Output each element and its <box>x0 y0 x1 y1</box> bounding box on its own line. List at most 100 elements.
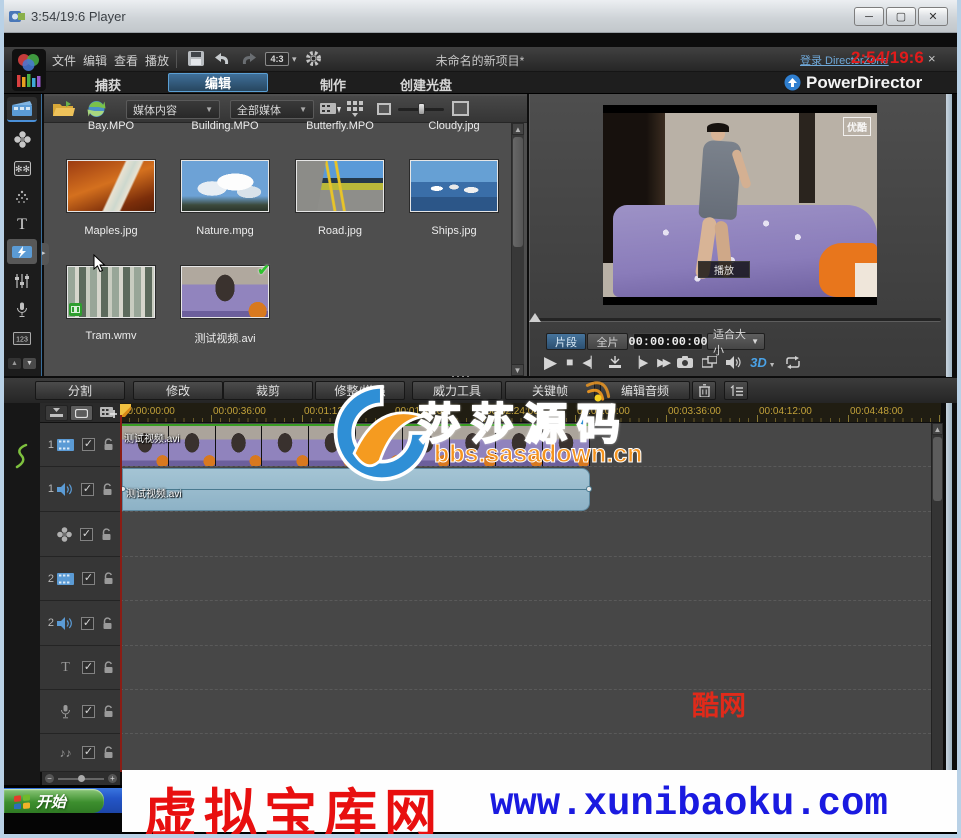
clip-mode-button[interactable]: 片段 <box>546 333 586 350</box>
track-content-audio2[interactable] <box>120 601 941 646</box>
track-lock-button[interactable] <box>103 572 114 585</box>
timeline-scrollbar[interactable]: ▲ <box>931 423 943 772</box>
library-item-label[interactable]: Bay.MPO <box>56 120 166 132</box>
keyframe-button[interactable]: 关键帧 <box>505 381 595 400</box>
scroll-up-arrow[interactable]: ▲ <box>932 423 943 435</box>
sort-view-icon[interactable] <box>347 101 366 118</box>
timeline-view-button[interactable] <box>45 405 68 421</box>
audio-volume-line[interactable] <box>123 489 589 490</box>
scrollbar-thumb[interactable] <box>513 137 523 247</box>
track-header-music[interactable]: ♪♪ ✓ <box>40 734 120 772</box>
fit-zoom-select[interactable]: 适合大小▼ <box>707 333 765 350</box>
track-lock-button[interactable] <box>103 438 114 451</box>
modify-button[interactable]: 修改 <box>133 381 223 400</box>
login-directorzone-link[interactable]: 登录 DirectorZone <box>800 52 889 68</box>
scrollbar-thumb[interactable] <box>933 437 942 501</box>
mark-trim-button[interactable] <box>608 356 622 369</box>
track-lock-button[interactable] <box>103 746 114 759</box>
thumbnail-size-slider-thumb[interactable] <box>418 103 425 115</box>
library-thumbnail-nature[interactable] <box>181 160 269 212</box>
track-lock-button[interactable] <box>102 617 113 630</box>
timeline-ruler[interactable]: 00:00:00:00 00:00:36:00 00:01:12:00 00:0… <box>120 403 941 423</box>
track-header-audio2[interactable]: 2 ✓ <box>40 601 120 646</box>
save-icon[interactable] <box>188 51 205 67</box>
storyboard-view-button[interactable] <box>70 405 93 421</box>
sidebar-item-media-room[interactable] <box>7 97 37 122</box>
library-thumbnail-maples[interactable] <box>67 160 155 212</box>
tab-edit[interactable]: 编辑 <box>168 73 268 92</box>
preview-video[interactable]: 优酷 播放 <box>603 105 877 305</box>
sidebar-scroll-down[interactable]: ▼ <box>23 358 36 369</box>
track-lock-button[interactable] <box>103 705 114 718</box>
timeline-zoom-in-button[interactable]: + <box>108 774 117 783</box>
track-lock-button[interactable] <box>101 528 112 541</box>
download-directorzone-icon[interactable] <box>86 99 107 119</box>
library-thumbnail-road[interactable] <box>296 160 384 212</box>
seek-thumb[interactable] <box>529 313 541 322</box>
minimize-button[interactable]: ─ <box>854 7 884 26</box>
track-enable-checkbox[interactable]: ✓ <box>82 661 95 674</box>
movie-mode-button[interactable]: 全片 <box>587 333 628 350</box>
track-header-title[interactable]: T ✓ <box>40 646 120 690</box>
library-media-filter[interactable]: 全部媒体▼ <box>230 100 314 119</box>
edit-audio-button[interactable]: 编辑音频 <box>600 381 690 400</box>
fast-forward-button[interactable]: ▶▶ <box>657 356 668 369</box>
import-media-icon[interactable] <box>320 101 342 118</box>
volume-keyframe-node[interactable] <box>586 486 592 492</box>
timeline-video-clip[interactable]: 测试视频.avi <box>122 424 590 466</box>
track-enable-checkbox[interactable]: ✓ <box>81 617 94 630</box>
tab-produce[interactable]: 制作 <box>320 75 346 94</box>
library-item-label[interactable]: Cloudy.jpg <box>399 120 509 132</box>
menu-view[interactable]: 查看 <box>114 52 138 69</box>
tab-capture[interactable]: 捕获 <box>95 75 121 94</box>
svrt-track-icon[interactable] <box>13 443 29 469</box>
aspect-dropdown-arrow[interactable]: ▾ <box>292 54 297 65</box>
track-content-voice[interactable] <box>120 690 941 734</box>
tab-create-disc[interactable]: 创建光盘 <box>400 75 452 94</box>
library-item-label[interactable]: Ships.jpg <box>399 225 509 237</box>
track-enable-checkbox[interactable]: ✓ <box>82 746 95 759</box>
track-header-video1[interactable]: 1 ✓ <box>40 423 120 467</box>
fix-enhance-button[interactable]: 修整/增强 <box>315 381 405 400</box>
sidebar-item-pip-objects-room[interactable]: ✻✻ <box>7 156 37 181</box>
timeline-zoom-slider-thumb[interactable] <box>78 775 85 782</box>
stop-button[interactable]: ■ <box>566 355 573 369</box>
sidebar-scroll-up[interactable]: ▲ <box>8 358 21 369</box>
sidebar-item-audio-mixing-room[interactable] <box>7 268 37 293</box>
undo-icon[interactable] <box>214 51 232 67</box>
library-item-label[interactable]: Building.MPO <box>170 120 280 132</box>
library-item-label[interactable]: Tram.wmv <box>56 330 166 342</box>
delete-clip-button[interactable] <box>692 381 716 400</box>
panel-collapse-handle[interactable]: ▸ <box>42 243 49 265</box>
sidebar-item-effect-room[interactable] <box>7 127 37 152</box>
sidebar-item-chapter-room[interactable]: 123 <box>7 326 37 351</box>
library-scrollbar[interactable]: ▲ <box>511 123 524 376</box>
sidebar-item-title-room[interactable]: T <box>7 212 37 237</box>
track-enable-checkbox[interactable]: ✓ <box>80 528 93 541</box>
redo-icon[interactable] <box>239 51 257 67</box>
track-header-video2[interactable]: 2 ✓ <box>40 557 120 601</box>
track-enable-checkbox[interactable]: ✓ <box>81 483 94 496</box>
track-enable-checkbox[interactable]: ✓ <box>82 705 95 718</box>
track-enable-checkbox[interactable]: ✓ <box>82 572 95 585</box>
timeline-audio-clip[interactable]: 测试视频.avi <box>122 468 590 511</box>
playhead-line[interactable] <box>120 415 122 772</box>
menu-file[interactable]: 文件 <box>52 52 76 69</box>
app-close-icon[interactable]: × <box>928 51 936 66</box>
power-tools-button[interactable]: 威力工具 <box>412 381 502 400</box>
library-item-label[interactable]: 测试视频.avi <box>170 330 280 346</box>
library-item-label[interactable]: Nature.mpg <box>170 225 280 237</box>
track-lock-button[interactable] <box>102 483 113 496</box>
timeline-zoom-out-button[interactable]: − <box>45 774 54 783</box>
library-thumbnail-tram[interactable] <box>67 266 155 318</box>
undock-loop-button[interactable] <box>785 356 801 369</box>
scroll-up-arrow[interactable]: ▲ <box>512 123 524 135</box>
track-enable-checkbox[interactable]: ✓ <box>82 438 95 451</box>
library-item-label[interactable]: Maples.jpg <box>56 225 166 237</box>
sidebar-item-particle-room[interactable] <box>7 185 37 210</box>
previous-frame-button[interactable]: ◀▏ <box>582 356 599 369</box>
menu-edit[interactable]: 编辑 <box>83 52 107 69</box>
track-lock-button[interactable] <box>103 661 114 674</box>
brand-upgrade-icon[interactable] <box>784 74 801 91</box>
maximize-button[interactable]: ▢ <box>886 7 916 26</box>
